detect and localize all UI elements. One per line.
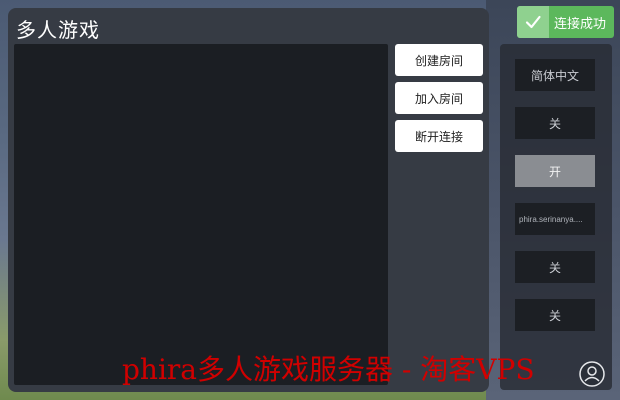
server-address-field[interactable]: phira.serinanya.... — [515, 203, 595, 235]
language-select[interactable]: 简体中文 — [515, 59, 595, 91]
watermark-text: phira多人游戏服务器 - 淘客VPS — [122, 353, 535, 386]
toggle-setting-3[interactable]: 关 — [515, 251, 595, 283]
connection-success-toast: 连接成功 — [517, 6, 614, 38]
toggle-setting-4[interactable]: 关 — [515, 299, 595, 331]
disconnect-button[interactable]: 断开连接 — [395, 120, 483, 152]
toggle-setting-1[interactable]: 关 — [515, 107, 595, 139]
create-room-button[interactable]: 创建房间 — [395, 44, 483, 76]
message-log-area[interactable] — [14, 44, 388, 385]
join-room-button[interactable]: 加入房间 — [395, 82, 483, 114]
user-profile-icon[interactable] — [578, 360, 606, 388]
toggle-setting-2[interactable]: 开 — [515, 155, 595, 187]
dialog-title: 多人游戏 — [16, 18, 100, 42]
check-icon — [517, 6, 549, 38]
toast-text: 连接成功 — [554, 16, 607, 32]
